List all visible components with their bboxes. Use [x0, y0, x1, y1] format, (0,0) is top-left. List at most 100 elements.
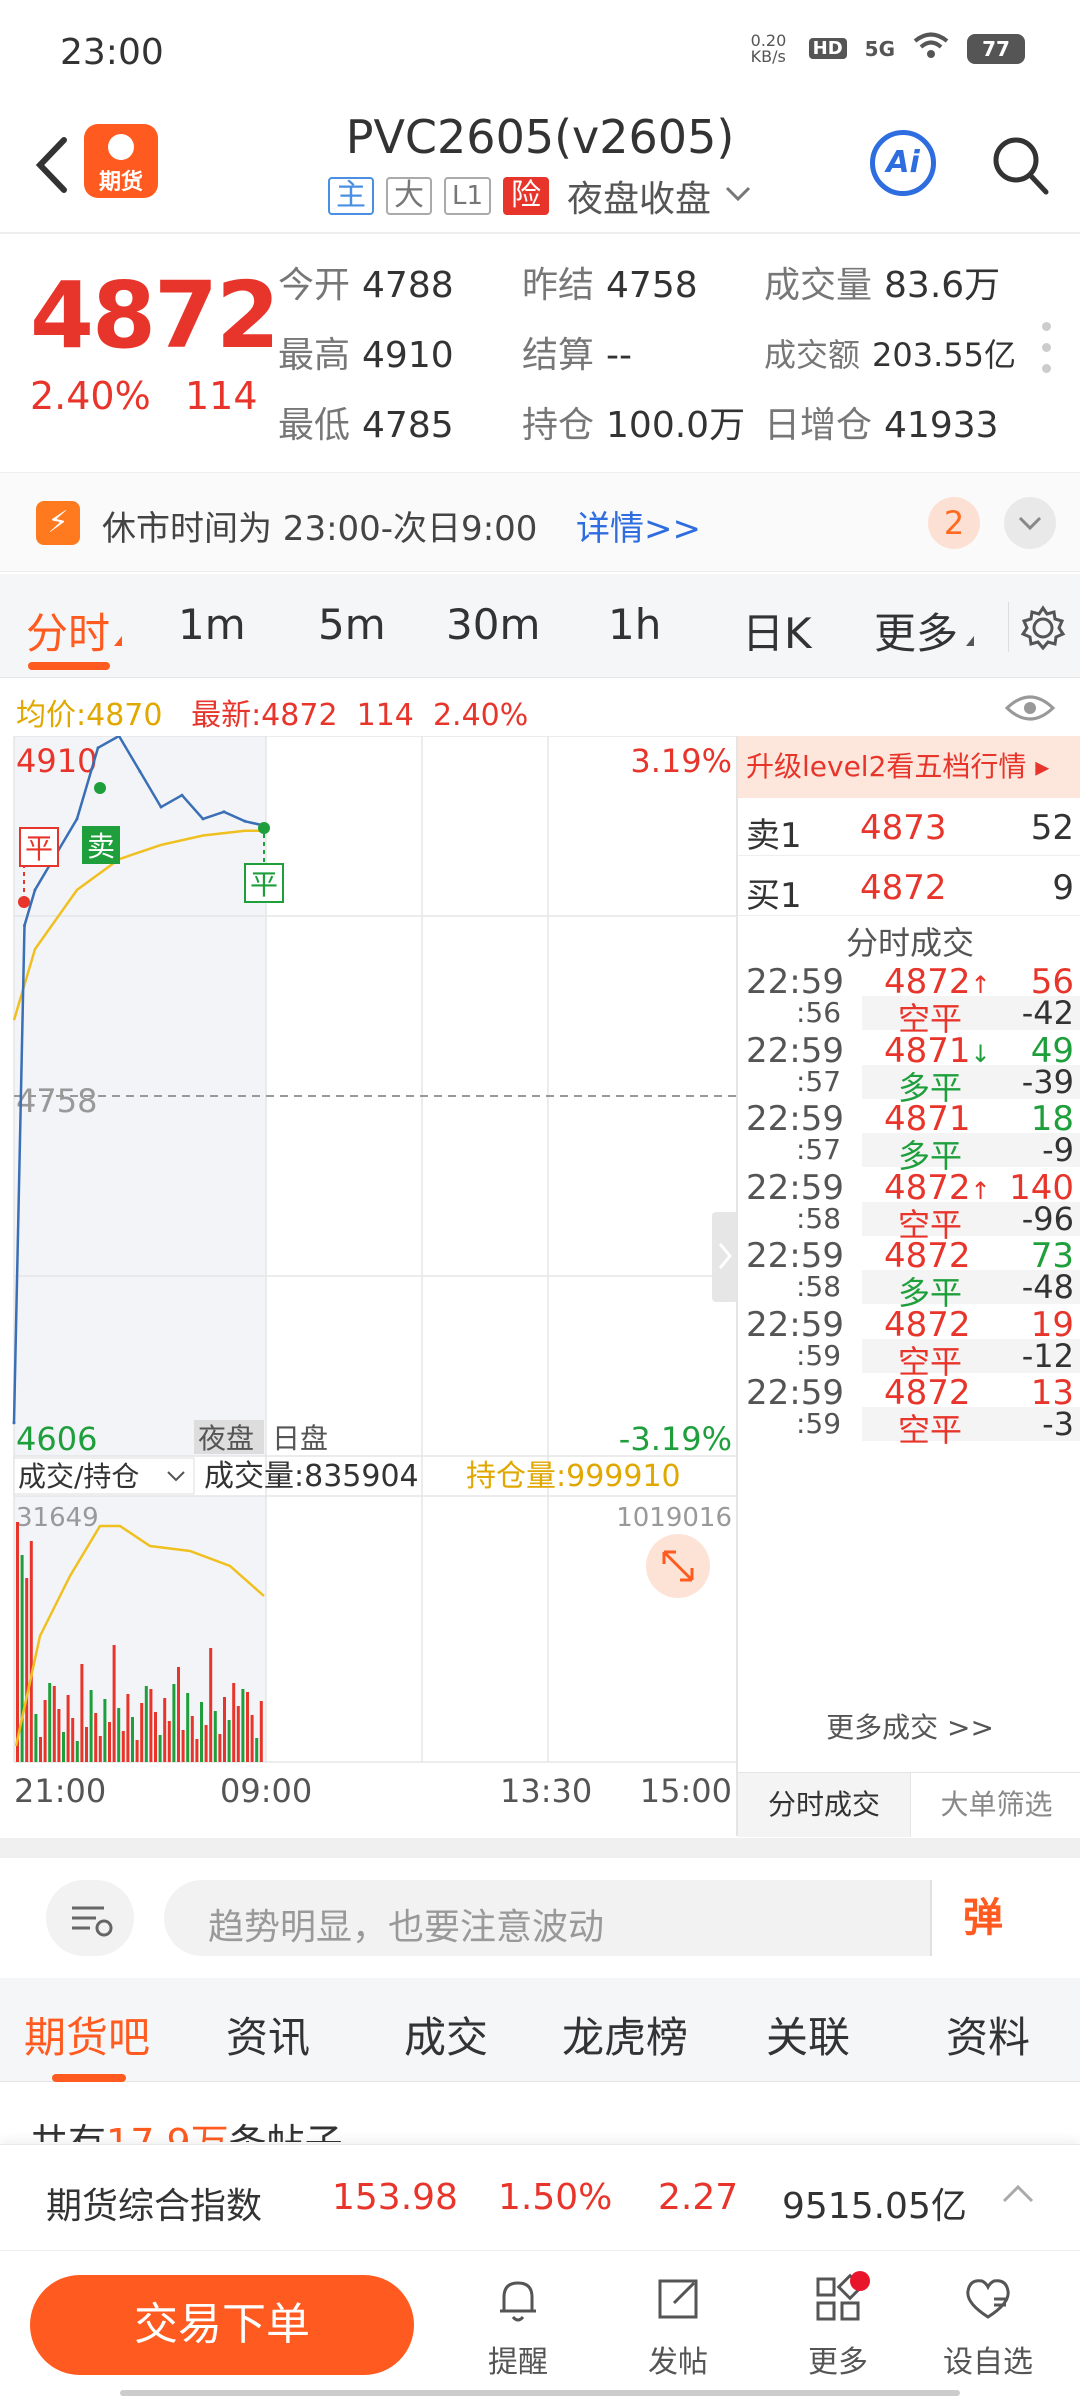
notice-text: 休市时间为 23:00-次日9:00 [102, 509, 538, 549]
quote-oi-change: 日增仓 41933 [764, 405, 999, 446]
tick-oi-delta: -96 [1021, 1199, 1074, 1238]
quote-turnover: 成交额 203.55亿 [764, 336, 1016, 374]
book-tabs: 分时成交 大单筛选 [738, 1772, 1080, 1837]
level2-upgrade-banner[interactable]: 升级level2看五档行情 ▸ [738, 736, 1080, 798]
bell-icon [500, 2281, 536, 2322]
price-axis-low: 4606 [16, 1420, 97, 1458]
chevron-up-icon[interactable] [1000, 2181, 1036, 2209]
tick-subrow: :58 空平 -96 [738, 1199, 1080, 1244]
index-ticker-bar[interactable]: 期货综合指数 153.98 1.50% 2.27 9515.05亿 [0, 2144, 1080, 2250]
place-order-button[interactable]: 交易下单 [30, 2275, 414, 2375]
session-selector[interactable]: 夜盘收盘 [567, 170, 711, 222]
tab-forum[interactable]: 期货吧 [24, 2004, 150, 2065]
nav-more[interactable]: 更多 [778, 2271, 898, 2381]
volume-bar [144, 1686, 148, 1762]
tab-trades[interactable]: 成交 [404, 2004, 488, 2065]
expand-notices-button[interactable] [1004, 497, 1056, 549]
tick-seconds: :57 [796, 1133, 842, 1166]
quote-panel: 4872 2.40% 114 今开 4788 最高 4910 最低 4785 昨结 47… [0, 232, 1080, 472]
time-axis-afternoon: 13:30 [500, 1772, 592, 1810]
tab-1h[interactable]: 1h [608, 600, 661, 649]
tab-intraday[interactable]: 分时 [26, 600, 110, 661]
tick-nature-cell: 空平 -3 [862, 1405, 1080, 1449]
price-axis-ref: 4758 [16, 1082, 97, 1120]
volume-bar [190, 1716, 194, 1762]
tab-related[interactable]: 关联 [766, 2004, 850, 2065]
tag-l1: L1 [444, 177, 492, 215]
volume-bar [126, 1694, 130, 1762]
search-icon[interactable] [990, 132, 1050, 198]
quote-open-interest: 持仓 100.0万 [522, 405, 746, 446]
tab-more[interactable]: 更多 [874, 600, 958, 661]
ai-assistant-button[interactable]: Ai [870, 130, 936, 196]
nav-add-watchlist[interactable]: 设自选 [928, 2271, 1048, 2381]
status-time: 23:00 [60, 32, 164, 73]
back-button[interactable] [28, 130, 78, 200]
pct-axis-high: 3.19% [630, 742, 732, 780]
chart-settings-gear-icon[interactable] [1008, 602, 1066, 652]
volume-bar [43, 1700, 47, 1762]
tab-large-orders[interactable]: 大单筛选 [910, 1773, 1080, 1837]
volume-bar [255, 1738, 259, 1762]
tag-risk[interactable]: 险 [503, 177, 550, 215]
index-value: 153.98 [332, 2177, 458, 2218]
notice-count-badge[interactable]: 2 [928, 497, 980, 549]
vol-axis-max: 31649 [16, 1503, 99, 1533]
tab-profile[interactable]: 资料 [946, 2004, 1030, 2065]
eye-icon[interactable] [1004, 690, 1056, 726]
intraday-chart[interactable]: 4910 4758 4606 3.19% -3.19% 夜盘 日盘 平 卖 平 … [0, 736, 740, 1836]
tab-daily-k[interactable]: 日K [742, 600, 812, 661]
tick-nature-cell: 多平 -39 [862, 1063, 1080, 1107]
chevron-down-icon[interactable] [723, 184, 753, 208]
nav-alert[interactable]: 提醒 [458, 2271, 578, 2381]
more-ticks-link[interactable]: 更多成交 >> [738, 1706, 1080, 1746]
tab-ticks[interactable]: 分时成交 [738, 1773, 910, 1837]
price-point [23, 923, 26, 927]
tab-news[interactable]: 资讯 [226, 2004, 310, 2065]
open-interest-label: 持仓量:999910 [466, 1459, 681, 1494]
volume-bar [177, 1667, 180, 1762]
tab-1m[interactable]: 1m [178, 600, 246, 649]
volume-bar [117, 1708, 121, 1762]
tab-5m[interactable]: 5m [318, 600, 386, 649]
price-point [12, 1421, 16, 1425]
time-axis-day-open: 09:00 [220, 1772, 312, 1810]
change-percent: 2.40% [30, 374, 151, 418]
volume-bar [103, 1699, 107, 1762]
index-change: 2.27 [658, 2177, 739, 2218]
tick-nature: 空平 [898, 1411, 963, 1449]
volume-bar [250, 1715, 254, 1762]
volume-bar [108, 1722, 111, 1762]
battery-icon: 77 [967, 33, 1025, 64]
nav-post[interactable]: 发帖 [618, 2271, 738, 2381]
volume-bar [149, 1689, 153, 1762]
logo-text: 期货 [98, 170, 143, 195]
more-dots-icon[interactable] [1042, 322, 1052, 382]
bid-label: 买1 [746, 876, 802, 916]
collapse-book-handle[interactable] [712, 1212, 738, 1302]
tab-30m[interactable]: 30m [446, 600, 540, 649]
contract-tags: 主 大 L1 险 夜盘收盘 [328, 170, 753, 222]
latest-price-label: 最新:4872 [191, 698, 338, 733]
tab-top-traders[interactable]: 龙虎榜 [562, 2004, 688, 2065]
comment-input[interactable]: 趋势明显，也要注意波动 弹 [164, 1880, 1034, 1956]
comment-placeholder: 趋势明显，也要注意波动 [208, 1907, 605, 1948]
ask-qty: 52 [1030, 808, 1074, 848]
notice-details-link[interactable]: 详情>> [576, 501, 701, 550]
hd-icon: HD [808, 38, 847, 59]
comment-bar: 趋势明显，也要注意波动 弹 [0, 1858, 1080, 1978]
tag-main: 主 [328, 177, 374, 215]
volume-bar [213, 1711, 217, 1762]
danmu-toggle-button[interactable]: 弹 [930, 1880, 1034, 1956]
volume-bar [57, 1709, 61, 1762]
day-session-label: 日盘 [272, 1422, 328, 1455]
danmu-filter-icon[interactable] [46, 1880, 134, 1956]
volume-bar [39, 1737, 42, 1762]
market-notice[interactable]: ⚡ 休市时间为 23:00-次日9:00 详情>> 2 [0, 472, 1080, 572]
lightning-icon: ⚡ [36, 501, 80, 545]
volume-bar [158, 1735, 162, 1762]
volume-bar [241, 1689, 245, 1762]
oi-axis-max: 1019016 [616, 1503, 732, 1533]
tick-subrow: :58 多平 -48 [738, 1268, 1080, 1312]
vol-selector[interactable]: 成交/持仓 [18, 1460, 139, 1493]
